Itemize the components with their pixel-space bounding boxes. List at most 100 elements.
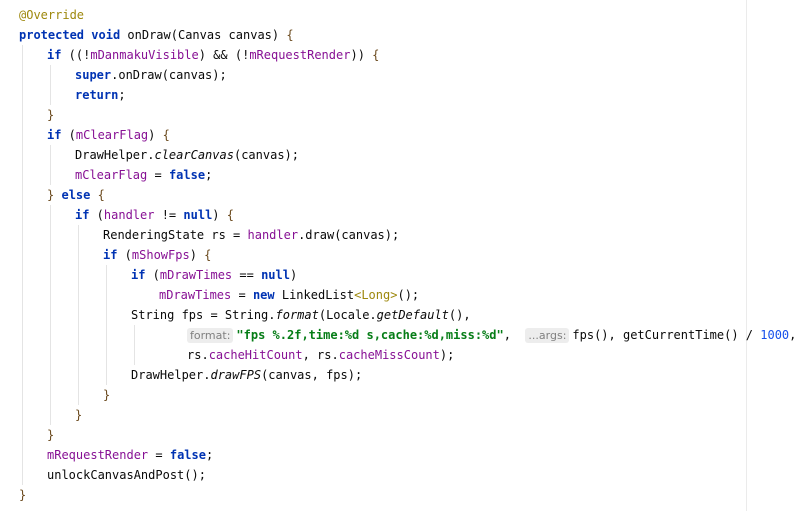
- code-token: mShowFps: [131, 248, 190, 262]
- indent-guide: [50, 205, 51, 425]
- code-token: LinkedList: [274, 288, 355, 302]
- code-token: false: [168, 168, 206, 182]
- code-token: 1000: [760, 328, 790, 342]
- code-line[interactable]: rs.cacheHitCount, rs.cacheMissCount);: [187, 345, 454, 365]
- code-token: if: [47, 48, 62, 62]
- code-token: }: [103, 388, 111, 402]
- code-token: }: [19, 488, 27, 502]
- code-token: if: [131, 268, 146, 282]
- code-line[interactable]: mClearFlag = false;: [75, 165, 212, 185]
- code-token: (: [89, 208, 104, 222]
- code-token: DrawHelper.: [75, 148, 155, 162]
- code-token: RenderingState rs =: [103, 228, 248, 242]
- code-token: cacheHitCount: [208, 348, 303, 362]
- code-token: @Override: [19, 8, 85, 22]
- code-token: (: [117, 248, 132, 262]
- code-line[interactable]: }: [19, 485, 26, 505]
- code-line[interactable]: unlockCanvasAndPost();: [47, 465, 206, 485]
- code-line[interactable]: return;: [75, 85, 126, 105]
- code-line[interactable]: }: [47, 105, 54, 125]
- code-token: ,: [503, 328, 526, 342]
- code-token: handler: [103, 208, 155, 222]
- parameter-hint: format:: [187, 328, 234, 343]
- code-token: =: [147, 168, 169, 182]
- code-token: unlockCanvasAndPost();: [47, 468, 206, 482]
- code-token: =: [231, 288, 253, 302]
- code-token: {: [162, 128, 170, 142]
- code-line[interactable]: RenderingState rs = handler.draw(canvas)…: [103, 225, 399, 245]
- code-token: mClearFlag: [75, 168, 148, 182]
- code-line[interactable]: super.onDraw(canvas);: [75, 65, 227, 85]
- code-token: return: [75, 88, 119, 102]
- code-line[interactable]: mRequestRender = false;: [47, 445, 213, 465]
- code-token: protected: [19, 28, 85, 42]
- indent-guide: [50, 65, 51, 105]
- code-line[interactable]: }: [103, 385, 110, 405]
- code-token: mDrawTimes: [159, 268, 233, 282]
- code-line[interactable]: } else {: [47, 185, 105, 205]
- code-editor[interactable]: @Override protected void onDraw(Canvas ca…: [0, 0, 797, 511]
- code-token: if: [103, 248, 118, 262]
- code-token: rs.: [187, 348, 209, 362]
- code-token: if: [47, 128, 62, 142]
- code-line[interactable]: DrawHelper.clearCanvas(canvas);: [75, 145, 299, 165]
- code-line[interactable]: }: [47, 425, 54, 445]
- code-token: {: [97, 188, 105, 202]
- code-token: if: [75, 208, 90, 222]
- code-token: {: [372, 48, 380, 62]
- code-line[interactable]: @Override: [19, 5, 84, 25]
- code-line[interactable]: if ((!mDanmakuVisible) && (!mRequestRend…: [47, 45, 379, 65]
- indent-guide: [22, 45, 23, 485]
- code-token: "fps %.2f,time:%d s,cache:%d,miss:%d": [236, 328, 504, 342]
- code-token: ): [212, 208, 227, 222]
- code-token: format: [275, 308, 319, 322]
- code-token: fps(), getCurrentTime() /: [572, 328, 761, 342]
- code-token: ): [289, 268, 298, 282]
- code-token: ();: [397, 288, 420, 302]
- code-token: ;: [205, 448, 214, 462]
- code-token: (: [145, 268, 160, 282]
- indent-guide: [50, 145, 51, 185]
- code-token: ) && (!: [198, 48, 250, 62]
- code-line[interactable]: String fps = String.format(Locale.getDef…: [131, 305, 471, 325]
- code-token: else: [61, 188, 91, 202]
- code-token: <Long>: [354, 288, 398, 302]
- code-token: }: [47, 108, 55, 122]
- parameter-hint: ...args:: [525, 328, 570, 343]
- code-token: mDanmakuVisible: [90, 48, 199, 62]
- code-token: clearCanvas: [154, 148, 234, 162]
- code-token: void: [91, 28, 121, 42]
- code-token: null: [183, 208, 213, 222]
- right-margin-guide: [746, 0, 747, 511]
- code-line[interactable]: if (mClearFlag) {: [47, 125, 170, 145]
- code-token: DrawHelper.: [131, 368, 211, 382]
- code-token: }: [47, 428, 55, 442]
- code-token: mRequestRender: [47, 448, 149, 462]
- code-token: super: [75, 68, 112, 82]
- code-token: new: [252, 288, 275, 302]
- code-token: mRequestRender: [249, 48, 351, 62]
- code-token: )): [350, 48, 373, 62]
- code-token: null: [261, 268, 290, 282]
- code-token: mDrawTimes: [159, 288, 232, 302]
- code-token: {: [204, 248, 212, 262]
- code-line[interactable]: if (mDrawTimes == null): [131, 265, 297, 285]
- indent-guide: [78, 225, 79, 405]
- code-line[interactable]: format: "fps %.2f,time:%d s,cache:%d,miss…: [187, 325, 796, 345]
- code-token: }: [75, 408, 83, 422]
- code-token: false: [169, 448, 206, 462]
- code-line[interactable]: mDrawTimes = new LinkedList<Long>();: [159, 285, 419, 305]
- code-line[interactable]: protected void onDraw(Canvas canvas) {: [19, 25, 294, 45]
- code-token: );: [439, 348, 455, 362]
- code-line[interactable]: }: [75, 405, 82, 425]
- code-token: cacheMissCount: [338, 348, 440, 362]
- code-token: drawFPS: [210, 368, 262, 382]
- code-line[interactable]: if (mShowFps) {: [103, 245, 211, 265]
- code-token: (),: [448, 308, 471, 322]
- code-line[interactable]: if (handler != null) {: [75, 205, 234, 225]
- code-token: (: [61, 128, 76, 142]
- code-token: ): [148, 128, 163, 142]
- code-token: =: [148, 448, 170, 462]
- code-line[interactable]: DrawHelper.drawFPS(canvas, fps);: [131, 365, 362, 385]
